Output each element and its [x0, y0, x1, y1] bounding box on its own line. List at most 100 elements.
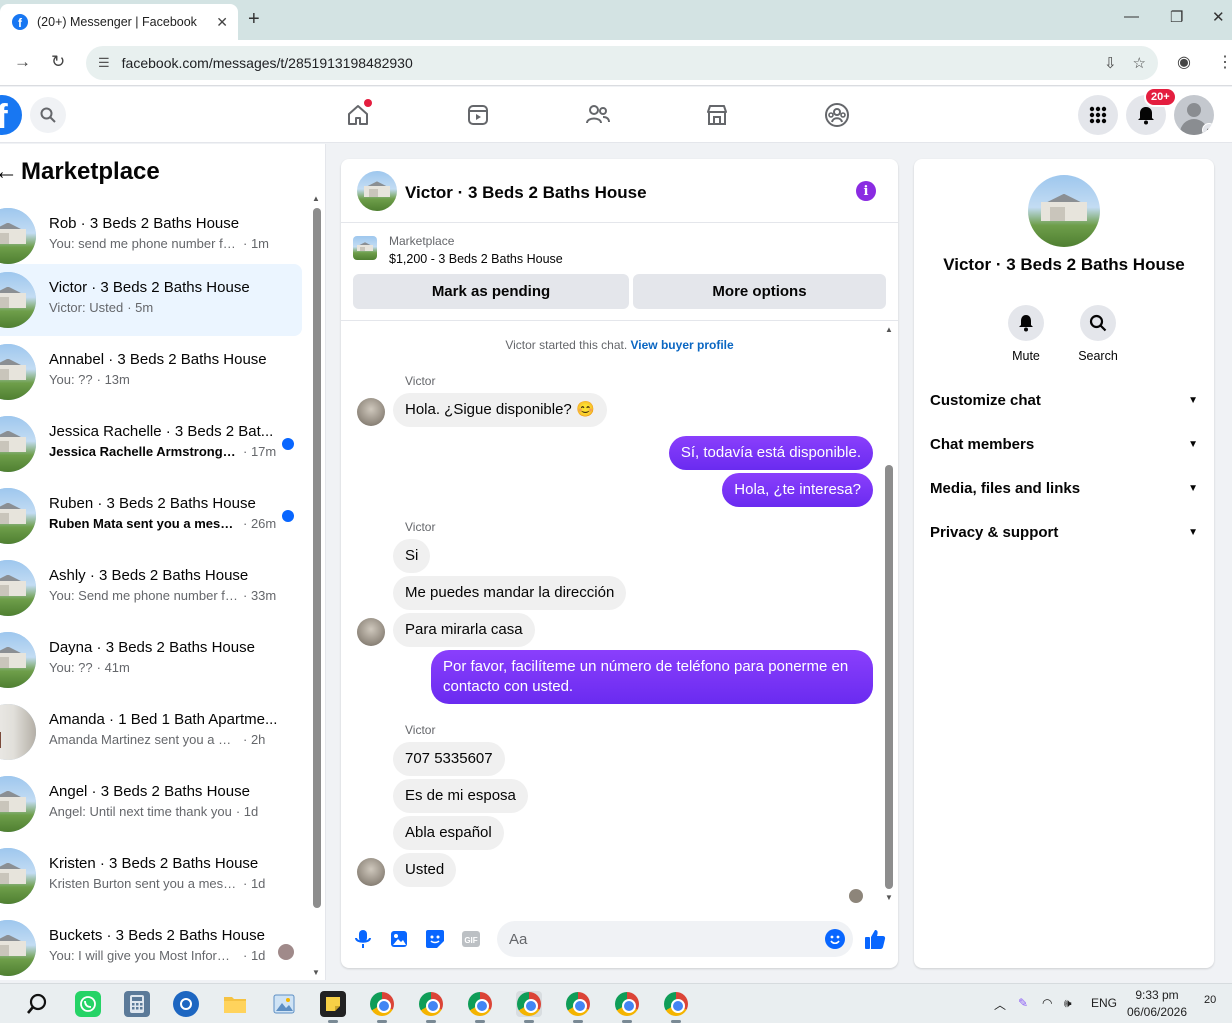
marketplace-icon[interactable]: [701, 99, 733, 131]
app-icon[interactable]: [173, 991, 199, 1017]
language-indicator[interactable]: ENG: [1091, 996, 1117, 1010]
windows-search-icon[interactable]: [24, 991, 50, 1017]
chat-scrollbar[interactable]: [885, 465, 893, 889]
bell-icon[interactable]: [1008, 305, 1044, 341]
menu-grid-icon[interactable]: [1078, 95, 1118, 135]
reload-icon[interactable]: ↻: [51, 52, 65, 72]
system-clock[interactable]: 9:33 pm 06/06/2026: [1122, 987, 1192, 1021]
gif-icon[interactable]: GIF: [459, 927, 483, 951]
chat-title[interactable]: Victor · 3 Beds 2 Baths House: [405, 183, 647, 203]
chrome-icon[interactable]: [516, 991, 542, 1023]
profile-icon[interactable]: ◉: [1177, 52, 1191, 72]
chrome-icon[interactable]: [369, 991, 395, 1023]
incoming-message[interactable]: Si: [393, 539, 431, 573]
incoming-message[interactable]: Usted: [393, 853, 457, 887]
incoming-message[interactable]: Es de mi esposa: [393, 779, 528, 813]
incoming-message[interactable]: Abla español: [393, 816, 504, 850]
incoming-message[interactable]: Para mirarla casa: [393, 613, 535, 647]
info-icon[interactable]: i: [856, 181, 876, 201]
omnibox[interactable]: ☰ facebook.com/messages/t/28519131984829…: [86, 46, 1158, 80]
minimize-icon[interactable]: —: [1124, 8, 1139, 25]
outgoing-message[interactable]: Sí, todavía está disponible.: [668, 436, 873, 470]
account-avatar[interactable]: ▾: [1174, 95, 1214, 135]
photos-icon[interactable]: [271, 991, 297, 1017]
search-conversation-button[interactable]: Search: [1068, 305, 1128, 363]
scroll-down-icon[interactable]: ▼: [312, 968, 320, 977]
whatsapp-icon[interactable]: [75, 991, 101, 1017]
groups-icon[interactable]: [821, 99, 853, 131]
chrome-icon[interactable]: [614, 991, 640, 1023]
notification-center-icon[interactable]: 20: [1204, 994, 1216, 1006]
scroll-down-icon[interactable]: ▼: [885, 893, 893, 902]
incoming-message[interactable]: Hola. ¿Sigue disponible? 😊: [393, 393, 607, 427]
forward-icon[interactable]: →: [14, 52, 31, 72]
home-icon[interactable]: [342, 99, 374, 131]
media-files-links-row[interactable]: Media, files and links ▼: [914, 468, 1214, 508]
outgoing-message[interactable]: Por favor, facilíteme un número de teléf…: [431, 650, 873, 704]
conversation-item[interactable]: Ashly · 3 Beds 2 Baths House You: Send m…: [0, 552, 302, 624]
conversation-item[interactable]: Dayna · 3 Beds 2 Baths House You: ?? · 41…: [0, 624, 302, 696]
info-listing-thumbnail[interactable]: [1028, 175, 1100, 247]
url-text[interactable]: facebook.com/messages/t/2851913198482930: [122, 55, 1088, 71]
conversation-item[interactable]: Jessica Rachelle · 3 Beds 2 Bat... Jessi…: [0, 408, 302, 480]
file-explorer-icon[interactable]: [222, 991, 248, 1017]
close-window-icon[interactable]: ✕: [1212, 8, 1225, 26]
search-icon[interactable]: [30, 97, 66, 133]
chat-members-row[interactable]: Chat members ▼: [914, 424, 1214, 464]
chevron-up-icon[interactable]: ︿: [994, 996, 1006, 1013]
install-app-icon[interactable]: ⇩: [1104, 54, 1117, 72]
conversation-item[interactable]: Rob · 3 Beds 2 Baths House You: send me …: [0, 200, 302, 272]
privacy-support-row[interactable]: Privacy & support ▼: [914, 512, 1214, 552]
message-input[interactable]: [497, 921, 853, 957]
listing-mini-thumbnail[interactable]: [353, 236, 377, 260]
facebook-logo-icon[interactable]: f: [0, 95, 22, 135]
conversation-item-active[interactable]: Victor · 3 Beds 2 Baths House Victor: Us…: [0, 264, 302, 336]
outgoing-message[interactable]: Hola, ¿te interesa?: [722, 473, 873, 507]
chrome-icon[interactable]: [467, 991, 493, 1023]
incoming-message[interactable]: Me puedes mandar la dirección: [393, 576, 627, 610]
calculator-icon[interactable]: [124, 991, 150, 1017]
scroll-up-icon[interactable]: ▲: [312, 194, 320, 203]
sender-avatar[interactable]: [357, 858, 385, 886]
conversation-item[interactable]: Annabel · 3 Beds 2 Baths House You: ?? · …: [0, 336, 302, 408]
volume-icon[interactable]: 🕪: [1064, 996, 1072, 1011]
site-info-icon[interactable]: ☰: [98, 55, 110, 71]
pen-icon[interactable]: ✎: [1018, 996, 1028, 1010]
customize-chat-row[interactable]: Customize chat ▼: [914, 380, 1214, 420]
scroll-up-icon[interactable]: ▲: [885, 325, 893, 334]
more-options-button[interactable]: More options: [633, 274, 886, 309]
chrome-menu-icon[interactable]: ⋮: [1217, 52, 1232, 72]
bookmark-star-icon[interactable]: ☆: [1133, 54, 1146, 72]
chrome-icon[interactable]: [565, 991, 591, 1023]
chrome-icon[interactable]: [418, 991, 444, 1023]
video-icon[interactable]: [462, 99, 494, 131]
view-buyer-profile-link[interactable]: View buyer profile: [631, 338, 734, 352]
conversation-item[interactable]: Amanda · 1 Bed 1 Bath Apartme... Amanda …: [0, 696, 302, 768]
emoji-icon[interactable]: [825, 929, 845, 949]
sticker-icon[interactable]: [423, 927, 447, 951]
listing-price-title[interactable]: $1,200 - 3 Beds 2 Baths House: [389, 252, 563, 266]
photo-icon[interactable]: [387, 927, 411, 951]
sender-avatar[interactable]: [357, 398, 385, 426]
chat-listing-thumbnail[interactable]: [357, 171, 397, 211]
wifi-icon[interactable]: ◠: [1042, 996, 1052, 1010]
chrome-icon[interactable]: [663, 991, 689, 1023]
sticky-notes-icon[interactable]: [320, 991, 346, 1023]
browser-tab[interactable]: f (20+) Messenger | Facebook ✕: [0, 4, 238, 40]
back-arrow-icon[interactable]: ←: [0, 158, 18, 186]
microphone-icon[interactable]: [351, 927, 375, 951]
incoming-message[interactable]: 707 5335607: [393, 742, 505, 776]
mute-button[interactable]: Mute: [996, 305, 1056, 363]
sidebar-scrollbar[interactable]: [313, 208, 321, 908]
sender-avatar[interactable]: [357, 618, 385, 646]
new-tab-icon[interactable]: +: [248, 8, 260, 31]
conversation-item[interactable]: Buckets · 3 Beds 2 Baths House You: I wi…: [0, 912, 302, 980]
search-icon[interactable]: [1080, 305, 1116, 341]
mark-as-pending-button[interactable]: Mark as pending: [353, 274, 629, 309]
conversation-item[interactable]: Angel · 3 Beds 2 Baths House Angel: Unti…: [0, 768, 302, 840]
tab-close-icon[interactable]: ✕: [216, 14, 228, 31]
thumbs-up-icon[interactable]: [863, 927, 887, 951]
maximize-icon[interactable]: ❐: [1170, 8, 1183, 26]
friends-icon[interactable]: [582, 99, 614, 131]
conversation-item[interactable]: Ruben · 3 Beds 2 Baths House Ruben Mata …: [0, 480, 302, 552]
